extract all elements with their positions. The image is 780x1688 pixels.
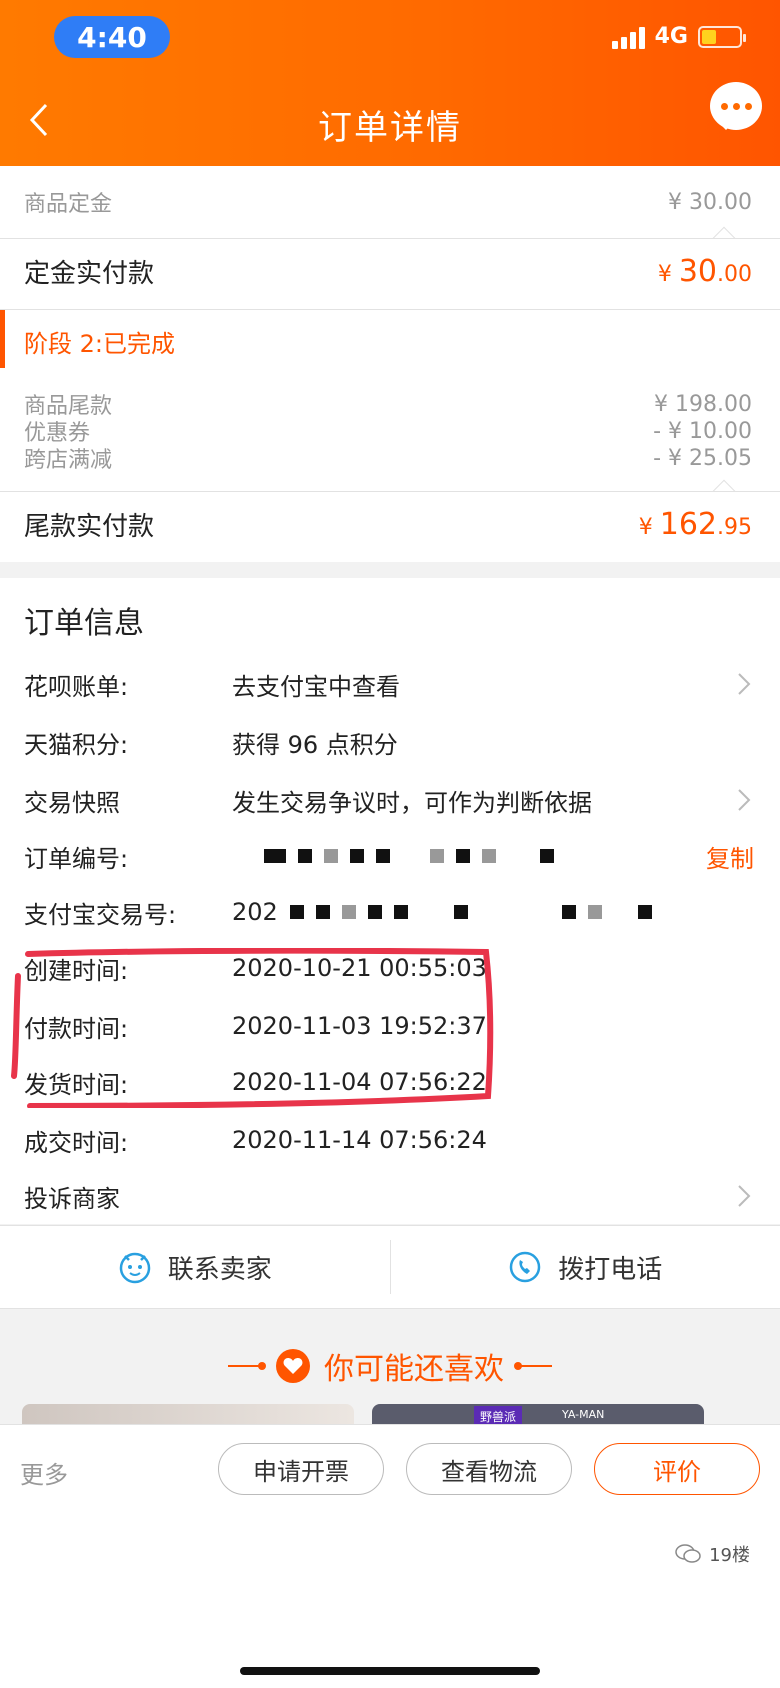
- complain-seller-row[interactable]: 投诉商家: [24, 1176, 754, 1216]
- bottom-action-bar: 更多 申请开票 查看物流 评价 19楼: [0, 1424, 780, 1688]
- deposit-paid-panel: 定金实付款 ¥ 30.00: [0, 239, 780, 309]
- wechat-icon: [675, 1544, 701, 1563]
- chevron-right-icon: [734, 1181, 754, 1211]
- view-logistics-button[interactable]: 查看物流: [406, 1443, 572, 1495]
- phone-icon: [509, 1251, 541, 1283]
- stage2-panel: 阶段 2:已完成 商品尾款 ¥ 198.00 优惠券 - ¥ 10.00 跨店满…: [0, 310, 780, 492]
- stage-title: 阶段 2:已完成: [24, 330, 175, 358]
- order-info-panel: 订单信息 花呗账单: 去支付宝中查看 天猫积分: 获得 96 点积分 交易快照 …: [0, 578, 780, 1224]
- order-number-masked: [232, 849, 706, 863]
- final-paid-amount: ¥ 162.95: [638, 507, 752, 542]
- order-info-title: 订单信息: [24, 606, 144, 641]
- final-paid-label: 尾款实付款: [24, 512, 155, 542]
- snapshot-row[interactable]: 交易快照 发生交易争议时，可作为判断依据: [24, 780, 754, 820]
- brand-tag: YA-MAN: [562, 1408, 605, 1421]
- status-indicators: 4G: [611, 24, 746, 49]
- apply-invoice-button[interactable]: 申请开票: [218, 1443, 384, 1495]
- chevron-right-icon: [734, 785, 754, 815]
- chevron-right-icon: [734, 669, 754, 699]
- recommend-title: 你可能还喜欢: [324, 1352, 504, 1387]
- deposit-paid-label: 定金实付款: [24, 259, 155, 289]
- contact-seller-button[interactable]: 联系卖家: [0, 1226, 390, 1308]
- order-number-row: 订单编号: 复制: [24, 836, 754, 876]
- watermark: 19楼: [675, 1541, 750, 1567]
- stage-row-discount: 跨店满减 - ¥ 25.05: [24, 445, 752, 474]
- more-menu-button[interactable]: [710, 82, 762, 130]
- final-paid-panel: 尾款实付款 ¥ 162.95: [0, 492, 780, 562]
- alipay-number-masked: 202: [232, 898, 754, 926]
- alipay-number-row: 支付宝交易号: 202: [24, 892, 754, 932]
- contact-bar: 联系卖家 拨打电话: [0, 1225, 780, 1309]
- page-title: 订单详情: [318, 108, 462, 148]
- deposit-paid-amount: ¥ 30.00: [657, 254, 752, 289]
- signal-icon: [611, 25, 645, 49]
- copy-order-number-button[interactable]: 复制: [706, 839, 754, 874]
- review-button[interactable]: 评价: [594, 1443, 760, 1495]
- completed-time-row: 成交时间: 2020-11-14 07:56:24: [24, 1126, 487, 1157]
- recommend-header: 你可能还喜欢: [0, 1344, 780, 1388]
- goods-deposit-value: ¥ 30.00: [668, 189, 752, 215]
- huabei-row[interactable]: 花呗账单: 去支付宝中查看: [24, 664, 754, 704]
- chat-face-icon: [119, 1252, 150, 1284]
- app-header: 4:40 4G 订单详情: [0, 0, 780, 166]
- deposit-panel: 商品定金 ¥ 30.00: [0, 166, 780, 238]
- heart-icon: [276, 1349, 310, 1383]
- network-label: 4G: [654, 24, 688, 49]
- more-actions-button[interactable]: 更多: [20, 1455, 68, 1490]
- call-phone-button[interactable]: 拨打电话: [391, 1226, 780, 1308]
- battery-icon: [698, 25, 746, 48]
- home-indicator: [240, 1667, 540, 1675]
- highlight-annotation: [11, 948, 494, 1108]
- status-time: 4:40: [54, 16, 170, 58]
- points-row: 天猫积分: 获得 96 点积分: [24, 730, 398, 759]
- brand-tag: 野兽派: [474, 1406, 523, 1426]
- goods-deposit-label: 商品定金: [24, 192, 113, 217]
